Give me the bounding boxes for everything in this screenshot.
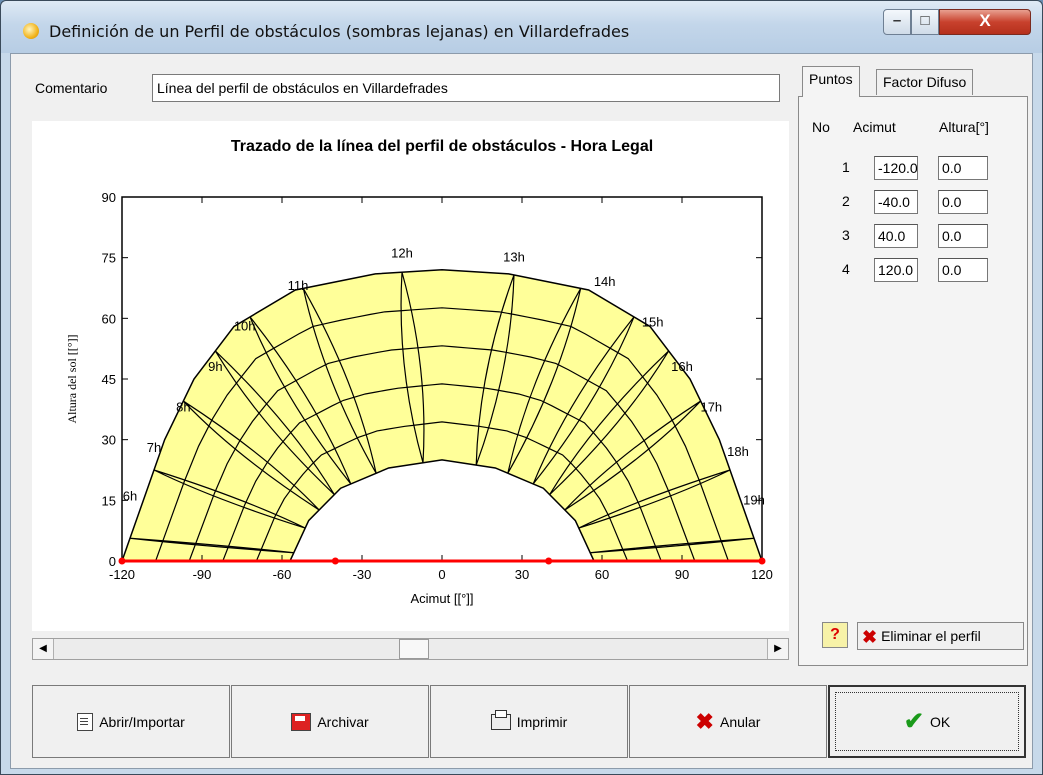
close-icon: X bbox=[979, 11, 991, 30]
acimut-cell[interactable]: -40.0 bbox=[874, 190, 918, 214]
title-bar[interactable]: Definición de un Perfil de obstáculos (s… bbox=[1, 1, 1042, 53]
acimut-cell[interactable]: -120.0 bbox=[874, 156, 918, 180]
row-number: 4 bbox=[842, 261, 850, 277]
obstacle-profile-point bbox=[545, 557, 553, 565]
y-axis-label: Altura del sol [[°]] bbox=[65, 334, 79, 423]
hour-label: 8h bbox=[176, 399, 190, 414]
window-title: Definición de un Perfil de obstáculos (s… bbox=[49, 22, 630, 41]
delete-profile-button[interactable]: ✖ Eliminar el perfil bbox=[857, 622, 1024, 650]
header-acimut: Acimut bbox=[853, 119, 896, 135]
x-tick-label: 90 bbox=[675, 567, 689, 582]
save-button[interactable]: Archivar bbox=[231, 685, 429, 758]
row-number: 1 bbox=[842, 159, 850, 175]
comment-label: Comentario bbox=[35, 80, 108, 96]
open-import-label: Abrir/Importar bbox=[99, 713, 185, 730]
cancel-label: Anular bbox=[719, 713, 761, 730]
chart-area: Trazado de la línea del perfil de obstác… bbox=[32, 121, 789, 631]
y-tick-label: 75 bbox=[102, 251, 116, 266]
obstacle-profile-point bbox=[758, 557, 766, 565]
obstacle-profile-point bbox=[331, 557, 339, 565]
altura-cell[interactable]: 0.0 bbox=[938, 258, 988, 282]
row-number: 3 bbox=[842, 227, 850, 243]
x-tick-label: 30 bbox=[515, 567, 529, 582]
y-tick-label: 15 bbox=[102, 493, 116, 508]
hour-label: 10h bbox=[234, 318, 256, 333]
scroll-left-button[interactable]: ◀ bbox=[33, 639, 54, 659]
print-label: Imprimir bbox=[516, 713, 568, 730]
chart-title: Trazado de la línea del perfil de obstác… bbox=[231, 138, 653, 155]
hour-label: 17h bbox=[700, 399, 722, 414]
x-tick-label: 0 bbox=[438, 567, 445, 582]
horizontal-scrollbar[interactable]: ◀ ▶ bbox=[32, 638, 789, 660]
x-tick-label: 60 bbox=[595, 567, 609, 582]
x-tick-label: -60 bbox=[273, 567, 292, 582]
save-label: Archivar bbox=[317, 713, 369, 730]
close-button[interactable]: X bbox=[939, 9, 1031, 35]
x-tick-label: -120 bbox=[109, 567, 135, 582]
altura-cell[interactable]: 0.0 bbox=[938, 224, 988, 248]
acimut-cell[interactable]: 40.0 bbox=[874, 224, 918, 248]
save-disk-icon bbox=[291, 712, 312, 731]
hour-label: 11h bbox=[288, 278, 309, 293]
y-tick-label: 30 bbox=[102, 433, 116, 448]
y-tick-label: 60 bbox=[102, 311, 116, 326]
scroll-thumb[interactable] bbox=[399, 639, 429, 659]
print-button[interactable]: Imprimir bbox=[430, 685, 628, 758]
y-tick-label: 45 bbox=[102, 372, 116, 387]
hour-label: 16h bbox=[671, 359, 693, 374]
sun-region bbox=[120, 269, 764, 562]
hour-label: 9h bbox=[208, 359, 222, 374]
dialog-window: Definición de un Perfil de obstáculos (s… bbox=[0, 0, 1043, 775]
obstacle-profile-point bbox=[118, 557, 126, 565]
tab-factor-difuso[interactable]: Factor Difuso bbox=[876, 69, 974, 95]
x-tick-label: -30 bbox=[353, 567, 372, 582]
cancel-x-icon: ✖ bbox=[695, 708, 714, 734]
altura-cell[interactable]: 0.0 bbox=[938, 190, 988, 214]
ok-focus-rect bbox=[835, 692, 1019, 751]
x-axis-label: Acimut [[°]] bbox=[411, 591, 474, 606]
points-panel: No Acimut Altura[°] 1 -120.0 0.0 2 -40.0… bbox=[798, 96, 1028, 666]
row-number: 2 bbox=[842, 193, 850, 209]
comment-input[interactable] bbox=[152, 74, 780, 102]
app-icon bbox=[23, 23, 39, 39]
printer-icon bbox=[490, 709, 511, 730]
maximize-icon: □ bbox=[920, 12, 930, 29]
header-altura: Altura[°] bbox=[939, 119, 989, 135]
sun-path-chart: Trazado de la línea del perfil de obstác… bbox=[65, 138, 773, 606]
acimut-cell[interactable]: 120.0 bbox=[874, 258, 918, 282]
delete-profile-label: Eliminar el perfil bbox=[881, 628, 981, 644]
ok-button[interactable]: ✔ OK bbox=[828, 685, 1026, 758]
tab-puntos[interactable]: Puntos bbox=[802, 66, 860, 97]
hour-label: 18h bbox=[727, 444, 749, 459]
hour-label: 13h bbox=[503, 250, 525, 265]
x-tick-label: 120 bbox=[751, 567, 773, 582]
hour-label: 6h bbox=[123, 488, 137, 503]
y-tick-label: 90 bbox=[102, 190, 116, 205]
hour-label: 7h bbox=[147, 440, 161, 455]
x-tick-label: -90 bbox=[193, 567, 212, 582]
hour-label: 15h bbox=[642, 314, 664, 329]
dialog-client-area: Comentario Trazado de la línea del perfi… bbox=[10, 53, 1033, 769]
cancel-button[interactable]: ✖ Anular bbox=[629, 685, 827, 758]
header-no: No bbox=[812, 119, 830, 135]
hour-label: 14h bbox=[594, 274, 616, 289]
minimize-button[interactable]: – bbox=[883, 9, 911, 35]
altura-cell[interactable]: 0.0 bbox=[938, 156, 988, 180]
open-document-icon bbox=[77, 712, 94, 731]
hour-label: 12h bbox=[391, 246, 413, 261]
minimize-icon: – bbox=[892, 12, 902, 29]
y-tick-label: 0 bbox=[109, 554, 116, 569]
scroll-right-button[interactable]: ▶ bbox=[767, 639, 788, 659]
open-import-button[interactable]: Abrir/Importar bbox=[32, 685, 230, 758]
maximize-button[interactable]: □ bbox=[911, 9, 939, 35]
help-button[interactable]: ? bbox=[822, 622, 848, 648]
delete-x-icon: ✖ bbox=[862, 627, 878, 648]
